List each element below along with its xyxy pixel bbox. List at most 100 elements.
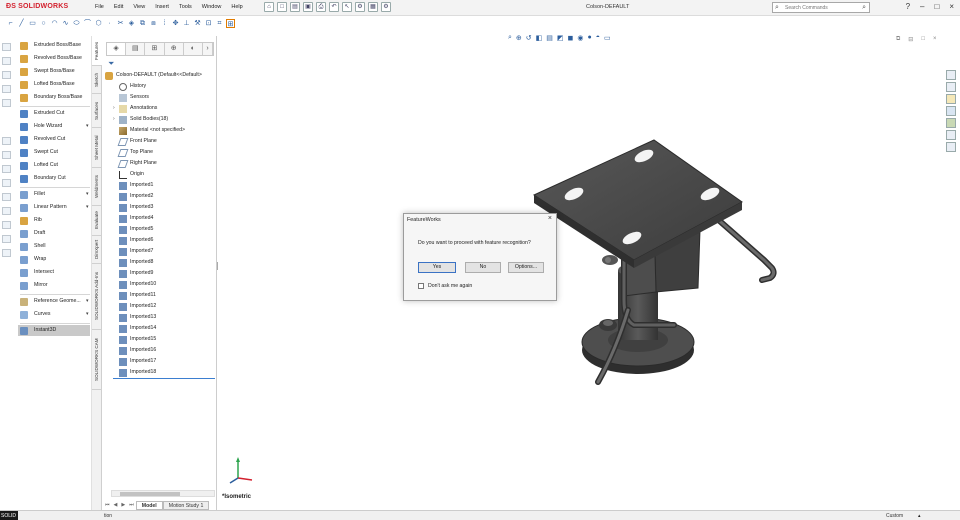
view-orientation-icon[interactable]: ◩ [557, 34, 564, 42]
sketch-gutter-button[interactable] [2, 56, 14, 67]
next-tab-icon[interactable]: ▶ [119, 502, 127, 508]
file-properties-icon[interactable]: ▦ [368, 2, 378, 12]
tab-sheet-metal[interactable]: Sheet Metal [92, 128, 102, 168]
dont-ask-again-checkbox[interactable]: Don't ask me again [418, 283, 472, 289]
tree-item-imported[interactable]: Imported10 [113, 279, 156, 290]
tree-root-part[interactable]: Colson-DEFAULT (Default<<Default> [105, 70, 202, 81]
view-palette-icon[interactable] [946, 106, 956, 116]
move-entities-icon[interactable]: ✥ [171, 19, 180, 28]
command-curves[interactable]: Curves ▾ [20, 309, 89, 320]
undo-icon[interactable]: ↶ [329, 2, 339, 12]
dropdown-arrow-icon[interactable]: ▾ [86, 202, 89, 213]
dropdown-arrow-icon[interactable]: ▾ [86, 121, 89, 132]
dialog-close-icon[interactable]: × [548, 215, 552, 222]
command-boundary-cut[interactable]: Boundary Cut [20, 173, 66, 184]
rebuild-icon[interactable]: ⚙ [355, 2, 365, 12]
file-explorer-icon[interactable] [946, 94, 956, 104]
quick-snaps-icon[interactable]: ⊡ [204, 19, 213, 28]
tree-item-imported[interactable]: Imported7 [113, 246, 153, 257]
rapid-sketch-icon[interactable]: ⌗ [215, 19, 224, 28]
display-manager-tab-icon[interactable]: ◐ [184, 43, 203, 55]
appearances-icon[interactable] [946, 118, 956, 128]
solidworks-resources-icon[interactable] [946, 70, 956, 80]
search-commands-input[interactable]: ⌕ Search Commands ⌕ [772, 2, 870, 13]
spline-icon[interactable]: ∿ [61, 19, 70, 28]
menu-window[interactable]: Window [197, 4, 227, 10]
tree-item-imported[interactable]: Imported13 [113, 312, 156, 323]
tree-item-imported[interactable]: Imported5 [113, 224, 153, 235]
tab-motion-study[interactable]: Motion Study 1 [162, 500, 210, 510]
command-swept-cut[interactable]: Swept Cut [20, 147, 58, 158]
tree-item-sensors[interactable]: Sensors [113, 92, 149, 103]
command-revolved-cut[interactable]: Revolved Cut [20, 134, 65, 145]
tree-item-top-plane[interactable]: Top Plane [113, 147, 153, 158]
sketch-gutter-button[interactable] [2, 178, 14, 189]
minimize-icon[interactable]: – [920, 2, 924, 11]
sketch-gutter-button[interactable] [2, 192, 14, 203]
sketch-gutter-button[interactable] [2, 98, 14, 109]
tree-horizontal-scrollbar[interactable] [111, 490, 215, 497]
sketch-gutter-button[interactable] [2, 248, 14, 259]
options-gear-icon[interactable]: ⚙ [381, 2, 391, 12]
tree-item-imported[interactable]: Imported3 [113, 202, 153, 213]
edit-appearance-icon[interactable]: ● [587, 34, 591, 42]
tree-item-material[interactable]: Material <not specified> [113, 125, 185, 136]
tree-item-imported[interactable]: Imported18 [113, 367, 156, 378]
tree-item-history[interactable]: History [113, 81, 146, 92]
tree-item-annotations[interactable]: › Annotations [113, 103, 157, 114]
checkbox-box[interactable] [418, 283, 424, 289]
home-icon[interactable]: ⌂ [264, 2, 274, 12]
offset-icon[interactable]: ⧉ [138, 19, 147, 28]
tab-surfaces[interactable]: Surfaces [92, 94, 102, 128]
section-view-icon[interactable]: ◧ [536, 34, 543, 42]
instant2d-icon[interactable]: ⊞ [226, 18, 235, 28]
point-icon[interactable]: · [105, 19, 114, 28]
viewport-maximize-icon[interactable]: □ [921, 36, 925, 43]
command-lofted-boss[interactable]: Lofted Boss/Base [20, 79, 75, 90]
display-relations-icon[interactable]: ⊥ [182, 19, 191, 28]
sketch-gutter-button[interactable] [2, 70, 14, 81]
tree-item-solid-bodies[interactable]: › Solid Bodies(18) [113, 114, 168, 125]
prev-tab-icon[interactable]: ◀ [112, 502, 120, 508]
view-settings-icon[interactable]: ▭ [604, 34, 611, 42]
command-lofted-cut[interactable]: Lofted Cut [20, 160, 58, 171]
command-extruded-boss[interactable]: Extruded Boss/Base [20, 40, 81, 51]
property-manager-tab-icon[interactable]: ▤ [126, 43, 146, 55]
sketch-gutter-button[interactable] [2, 164, 14, 175]
tab-model[interactable]: Model [135, 500, 163, 510]
sketch-gutter-button[interactable] [2, 84, 14, 95]
smart-dimension-icon[interactable]: ⌐ [6, 19, 15, 28]
last-tab-icon[interactable]: ⏭ [127, 502, 136, 508]
command-shell[interactable]: Shell [20, 241, 46, 252]
command-wrap[interactable]: Wrap [20, 254, 46, 265]
sketch-gutter-button[interactable] [2, 150, 14, 161]
command-instant3d[interactable]: Instant3D [18, 325, 90, 336]
previous-view-icon[interactable]: ↺ [526, 34, 532, 42]
command-revolved-boss[interactable]: Revolved Boss/Base [20, 53, 82, 64]
sketch-gutter-button[interactable] [2, 136, 14, 147]
dropdown-arrow-icon[interactable]: ▾ [86, 309, 89, 320]
filter-icon[interactable]: ⏷ [108, 59, 114, 69]
tree-item-imported[interactable]: Imported8 [113, 257, 153, 268]
tab-features[interactable]: Features [92, 36, 102, 66]
mirror-entities-icon[interactable]: ⧈ [149, 19, 158, 28]
zoom-to-fit-icon[interactable]: ⌕ [508, 34, 512, 42]
arc-icon[interactable]: ◠ [50, 19, 59, 28]
tab-dimxpert[interactable]: DimXpert [92, 236, 102, 264]
command-boundary-boss[interactable]: Boundary Boss/Base [20, 92, 82, 103]
display-style-icon[interactable]: ◼ [568, 34, 574, 42]
solidworks-forum-icon[interactable] [946, 142, 956, 152]
viewport-restore-icon[interactable]: ⧉ [896, 36, 900, 43]
restore-icon[interactable]: □ [934, 2, 939, 11]
fillet-sketch-icon[interactable]: ⌒ [83, 19, 92, 28]
ellipse-icon[interactable]: ⬭ [72, 19, 81, 28]
more-tabs-icon[interactable]: › [203, 43, 214, 55]
tree-item-origin[interactable]: Origin [113, 169, 144, 180]
save-icon[interactable]: ▣ [303, 2, 313, 12]
viewport-close-icon[interactable]: × [933, 36, 937, 43]
command-reference-geometry[interactable]: Reference Geome... ▾ [20, 296, 89, 307]
solidworks-logo[interactable]: ƉS SOLIDWORKS [6, 3, 68, 10]
viewport-tile-icon[interactable]: ⊟ [908, 36, 913, 43]
tab-solidworks-cam[interactable]: SOLIDWORKS CAM [92, 330, 102, 390]
command-intersect[interactable]: Intersect [20, 267, 54, 278]
